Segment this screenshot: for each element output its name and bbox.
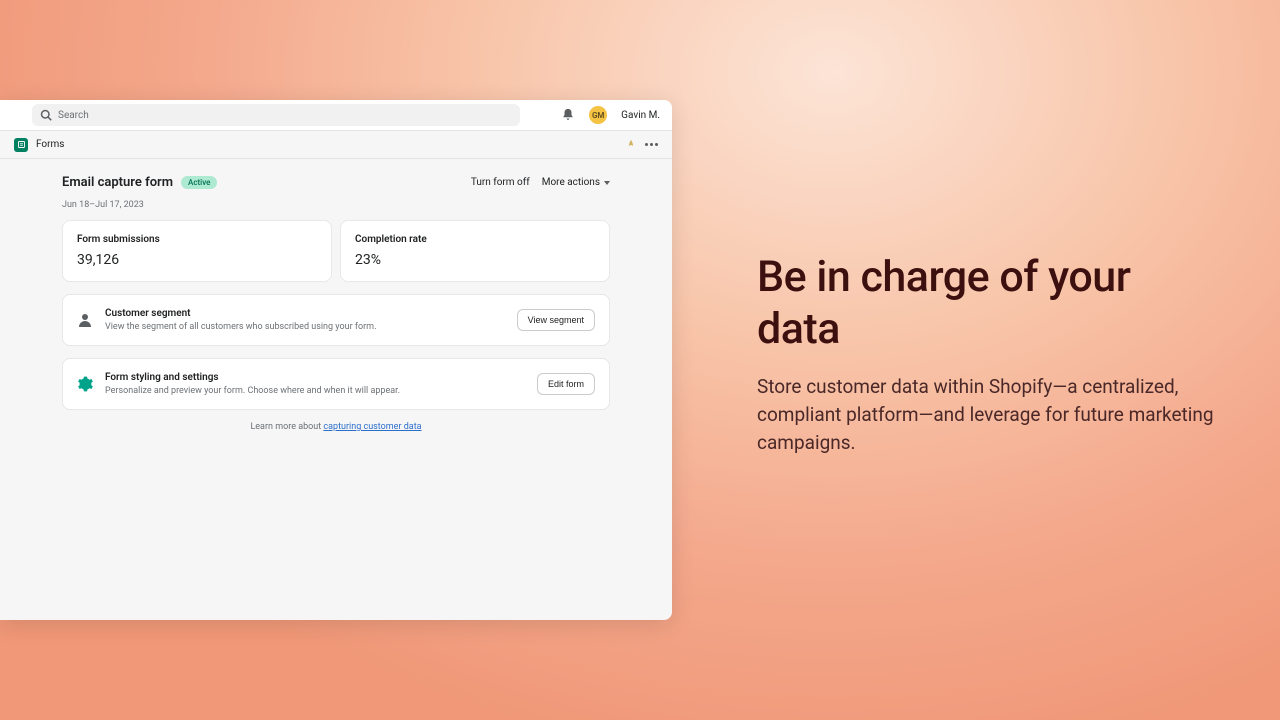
turn-form-off-button[interactable]: Turn form off [471, 177, 530, 188]
pin-icon[interactable] [625, 139, 637, 151]
page-title: Email capture form [62, 175, 173, 190]
marketing-body: Store customer data within Shopify—a cen… [757, 373, 1217, 457]
date-range: Jun 18–Jul 17, 2023 [62, 200, 610, 210]
bell-icon[interactable] [561, 108, 575, 122]
card-desc: View the segment of all customers who su… [105, 322, 505, 332]
user-name: Gavin M. [621, 110, 660, 121]
top-bar: Search GM Gavin M. [0, 100, 672, 131]
stat-label: Completion rate [355, 234, 595, 245]
page-header: Email capture form Active Turn form off … [62, 175, 610, 190]
gear-icon [77, 376, 93, 392]
marketing-copy: Be in charge of your data Store customer… [757, 252, 1217, 458]
capturing-data-link[interactable]: capturing customer data [323, 422, 421, 432]
sub-bar: Forms [0, 131, 672, 159]
card-desc: Personalize and preview your form. Choos… [105, 386, 525, 396]
avatar[interactable]: GM [589, 106, 607, 124]
forms-app-icon [14, 138, 28, 152]
edit-form-button[interactable]: Edit form [537, 373, 595, 395]
customer-segment-card: Customer segment View the segment of all… [62, 294, 610, 346]
search-icon [40, 109, 52, 121]
stat-label: Form submissions [77, 234, 317, 245]
marketing-heading: Be in charge of your data [757, 252, 1217, 355]
card-title: Customer segment [105, 308, 505, 319]
search-placeholder: Search [58, 110, 89, 121]
app-window: Search GM Gavin M. Forms Email capture f… [0, 100, 672, 620]
person-icon [77, 312, 93, 328]
stat-card-completion: Completion rate 23% [340, 220, 610, 282]
breadcrumb-title: Forms [36, 139, 64, 150]
more-actions-button[interactable]: More actions [542, 177, 610, 188]
learn-more-text: Learn more about capturing customer data [62, 422, 610, 432]
more-menu-icon[interactable] [645, 143, 658, 146]
stat-value: 23% [355, 252, 595, 268]
stat-card-submissions: Form submissions 39,126 [62, 220, 332, 282]
card-title: Form styling and settings [105, 372, 525, 383]
page-content: Email capture form Active Turn form off … [0, 159, 672, 432]
stat-value: 39,126 [77, 252, 317, 268]
form-styling-card: Form styling and settings Personalize an… [62, 358, 610, 410]
status-badge: Active [181, 176, 217, 189]
view-segment-button[interactable]: View segment [517, 309, 595, 331]
search-input[interactable]: Search [32, 104, 520, 126]
stats-row: Form submissions 39,126 Completion rate … [62, 220, 610, 282]
chevron-down-icon [604, 181, 610, 185]
